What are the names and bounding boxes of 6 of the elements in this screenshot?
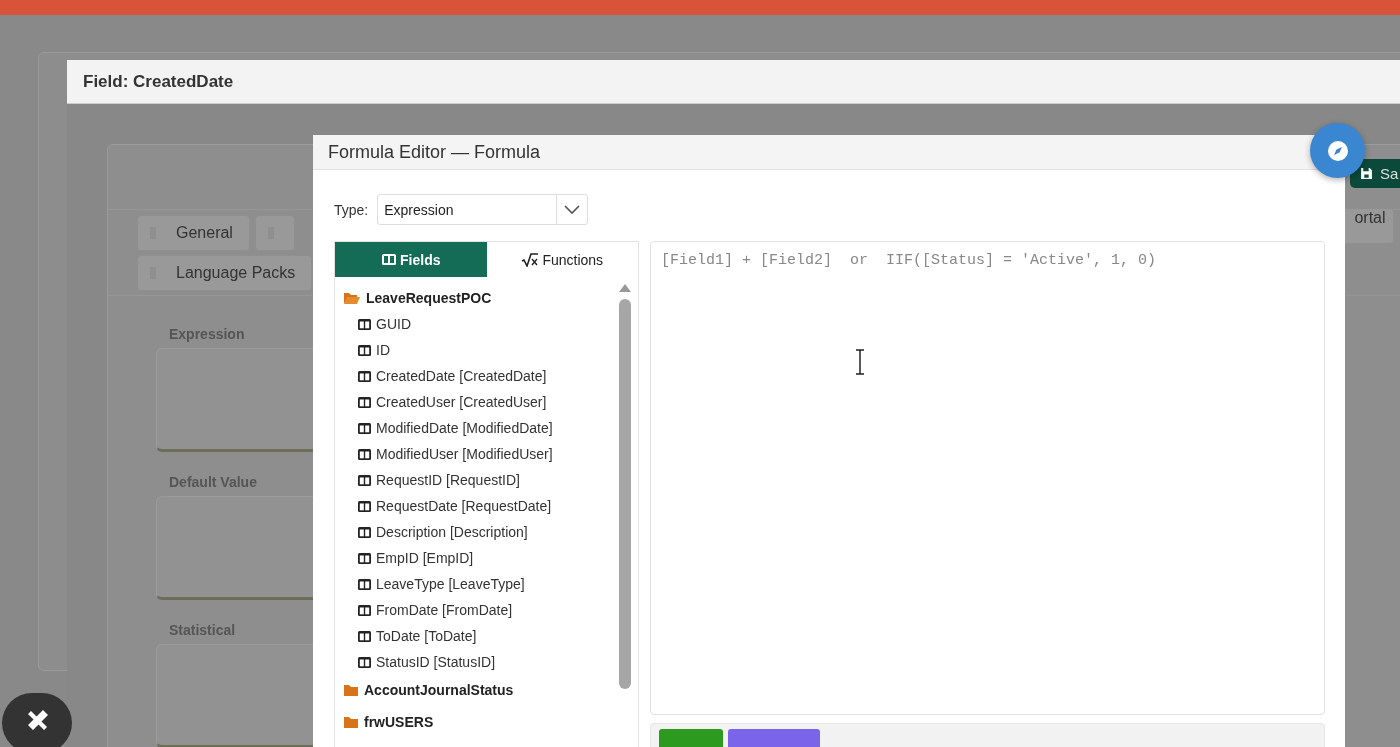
section-label: Default Value [168,474,257,490]
section-label: Expression [168,326,245,342]
dialog-title: Formula Editor — Formula [328,141,541,163]
section-label: Statistical [168,622,236,638]
type-label: Type: [334,201,369,218]
dialog-title: Field: CreatedDate [83,71,234,92]
